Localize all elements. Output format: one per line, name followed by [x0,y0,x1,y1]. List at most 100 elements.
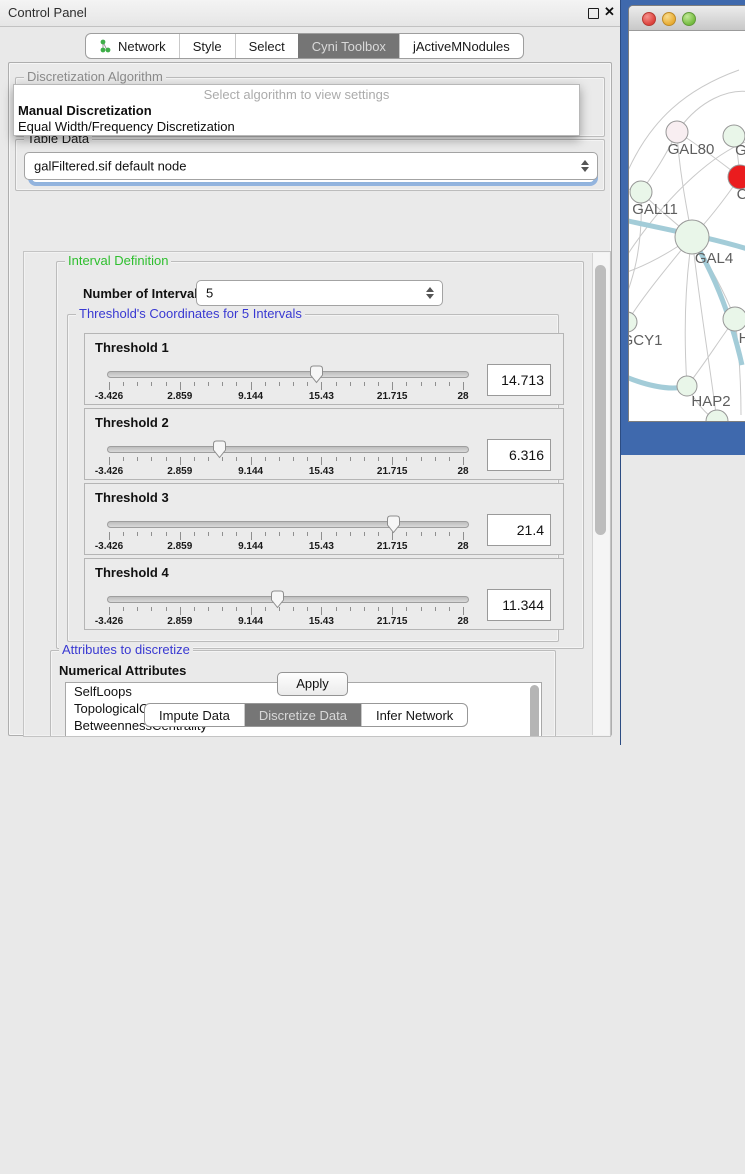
tab-cyni-toolbox[interactable]: Cyni Toolbox [298,34,399,58]
tab-jactivemnodules[interactable]: jActiveMNodules [399,34,523,58]
network-window-titlebar[interactable] [629,6,745,31]
tab-label: Network [118,39,166,54]
zoom-traffic-light-icon[interactable] [682,12,696,26]
tab-impute-data[interactable]: Impute Data [145,704,244,726]
tick-label: 9.144 [238,541,263,552]
node-label: C [737,186,745,203]
tab-select[interactable]: Select [235,34,298,58]
tick-label: 2.859 [167,541,192,552]
tab-infer-network[interactable]: Infer Network [361,704,467,726]
slider-track[interactable] [107,371,469,378]
tick-label: 2.859 [167,616,192,627]
table-panel: Table Panel ⚙ ☑☑ shared... na YDL19...YD… [620,455,745,745]
threshold-label: Threshold 2 [95,415,169,430]
slider-track[interactable] [107,521,469,528]
network-node[interactable] [666,121,688,143]
slider-thumb[interactable] [270,590,285,609]
tick-label: -3.426 [95,466,123,477]
tick-label: 9.144 [238,616,263,627]
popup-option[interactable]: Equal Width/Frequency Discretization [18,119,235,134]
slider-thumb[interactable] [386,515,401,534]
node-label: GAL80 [668,141,715,158]
minimize-traffic-light-icon[interactable] [662,12,676,26]
table-data-value: galFiltered.sif default node [34,159,186,174]
network-node[interactable] [706,410,728,421]
group-title: Interval Definition [65,254,171,268]
table-data-group: Table Data galFiltered.sif default node [15,139,605,191]
tick-label: -3.426 [95,391,123,402]
threshold-slider[interactable]: -3.4262.8599.14415.4321.71528 [107,593,469,627]
node-label: HAP2 [691,393,730,410]
tab-label: Select [249,39,285,54]
threshold-panel: Threshold 1-3.4262.8599.14415.4321.71528… [84,333,564,405]
tick-label: 15.43 [309,616,334,627]
slider-ticks [109,607,463,616]
num-intervals-combobox[interactable]: 5 [196,280,443,306]
tick-label: 15.43 [309,541,334,552]
threshold-label: Threshold 4 [95,565,169,580]
thresholds-group: Threshold's Coordinates for 5 Intervals … [67,314,559,642]
attributes-list-scrollbar[interactable] [530,685,539,737]
num-intervals-value: 5 [206,286,213,301]
tick-label: 21.715 [377,466,408,477]
tick-label: 2.859 [167,391,192,402]
threshold-value-field[interactable]: 14.713 [487,364,551,396]
tick-label: -3.426 [95,616,123,627]
threshold-label: Threshold 3 [95,490,169,505]
tick-label: 2.859 [167,466,192,477]
close-icon[interactable]: ✕ [604,4,615,20]
tab-network[interactable]: Network [86,34,179,58]
network-icon [99,39,112,53]
apply-button[interactable]: Apply [277,672,348,696]
group-title: Threshold's Coordinates for 5 Intervals [76,307,305,321]
threshold-slider[interactable]: -3.4262.8599.14415.4321.71528 [107,368,469,402]
network-node[interactable] [629,312,637,332]
tab-label: Style [193,39,222,54]
scrollbar-thumb[interactable] [595,265,606,535]
tick-label: -3.426 [95,541,123,552]
threshold-slider[interactable]: -3.4262.8599.14415.4321.71528 [107,443,469,477]
popup-option[interactable]: Manual Discretization [18,103,152,118]
tick-label: 9.144 [238,391,263,402]
tab-label: Cyni Toolbox [312,39,386,54]
network-node[interactable] [675,220,709,254]
algorithm-dropdown-popup: Select algorithm to view settingsManual … [13,84,580,136]
slider-ticks [109,382,463,391]
group-title: Attributes to discretize [59,643,193,657]
network-node[interactable] [630,181,652,203]
slider-thumb[interactable] [212,440,227,459]
slider-track[interactable] [107,446,469,453]
node-label: GAL4 [695,250,733,267]
bottom-tab-bar: Impute DataDiscretize DataInfer Network [144,703,468,727]
network-node[interactable] [723,307,745,331]
tick-label: 28 [457,466,468,477]
threshold-value-field[interactable]: 6.316 [487,439,551,471]
tick-label: 15.43 [309,391,334,402]
tab-label: jActiveMNodules [413,39,510,54]
threshold-panel: Threshold 2-3.4262.8599.14415.4321.71528… [84,408,564,480]
tick-label: 21.715 [377,616,408,627]
group-title: Discretization Algorithm [24,70,166,84]
threshold-slider[interactable]: -3.4262.8599.14415.4321.71528 [107,518,469,552]
slider-track[interactable] [107,596,469,603]
tick-label: 28 [457,391,468,402]
table-data-combobox[interactable]: galFiltered.sif default node [24,152,598,180]
combo-arrows-icon [581,160,588,172]
slider-thumb[interactable] [309,365,324,384]
tick-label: 15.43 [309,466,334,477]
network-view-window[interactable]: GAL80GCGAL11GAL4HGCY1HAP2 [628,5,745,422]
tick-label: 28 [457,616,468,627]
close-traffic-light-icon[interactable] [642,12,656,26]
top-tab-bar: Network Style Select Cyni Toolbox jActiveMNo… [85,33,524,59]
threshold-panel: Threshold 3-3.4262.8599.14415.4321.71528… [84,483,564,555]
threshold-value-field[interactable]: 11.344 [487,589,551,621]
control-panel-window: Control Panel ✕ NetworkStyleSelectCyni T… [0,0,620,745]
tick-label: 28 [457,541,468,552]
threshold-value-field[interactable]: 21.4 [487,514,551,546]
float-window-icon[interactable] [588,8,599,19]
num-intervals-label: Number of Intervals [83,286,205,301]
tab-style[interactable]: Style [179,34,235,58]
tab-discretize-data[interactable]: Discretize Data [244,704,361,726]
settings-vertical-scrollbar[interactable] [592,253,609,735]
network-graph-canvas[interactable]: GAL80GCGAL11GAL4HGCY1HAP2 [629,30,745,421]
